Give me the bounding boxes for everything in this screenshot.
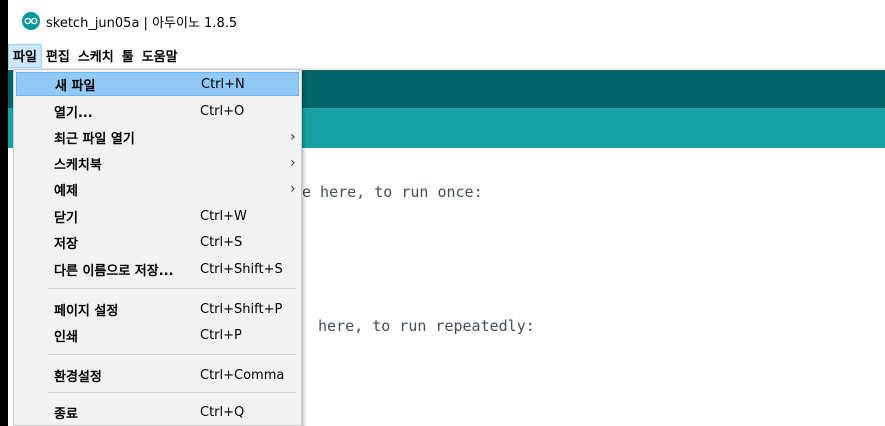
code-line-setup-comment: e here, to run once: bbox=[302, 183, 483, 201]
menu-bar: 파일 편집 스케치 툴 도움말 bbox=[8, 43, 885, 69]
menu-item-label: 다른 이름으로 저장... bbox=[54, 263, 174, 279]
menu-item-label: 예제 bbox=[54, 183, 78, 199]
menu-file[interactable]: 파일 bbox=[8, 43, 42, 68]
menu-item-label: 저장 bbox=[54, 236, 78, 252]
menu-item-shortcut: Ctrl+Shift+P bbox=[200, 301, 283, 317]
menu-item-preferences[interactable]: 환경설정 Ctrl+Comma bbox=[16, 363, 299, 387]
menu-item-open-recent[interactable]: 최근 파일 열기 › bbox=[16, 125, 299, 149]
menu-item-shortcut: Ctrl+Q bbox=[200, 404, 245, 420]
menu-help[interactable]: 도움말 bbox=[138, 44, 182, 68]
menu-item-page-setup[interactable]: 페이지 설정 Ctrl+Shift+P bbox=[16, 297, 299, 321]
menu-item-shortcut: Ctrl+P bbox=[200, 327, 242, 343]
menu-item-label: 환경설정 bbox=[54, 369, 102, 385]
menu-tools[interactable]: 툴 bbox=[118, 44, 138, 68]
menu-item-examples[interactable]: 예제 › bbox=[16, 177, 299, 201]
arduino-logo-icon bbox=[22, 12, 40, 30]
menu-item-sketchbook[interactable]: 스케치북 › bbox=[16, 151, 299, 175]
menu-separator bbox=[48, 288, 296, 289]
menu-item-label: 최근 파일 열기 bbox=[54, 131, 135, 147]
menu-item-label: 종료 bbox=[54, 406, 78, 422]
menu-item-label: 페이지 설정 bbox=[54, 303, 119, 319]
menu-separator bbox=[48, 392, 296, 393]
window-left-border bbox=[0, 0, 8, 426]
menu-sketch[interactable]: 스케치 bbox=[74, 44, 118, 68]
menu-item-quit[interactable]: 종료 Ctrl+Q bbox=[16, 400, 299, 424]
title-bar: sketch_jun05a | 아두이노 1.8.5 bbox=[8, 0, 885, 42]
menu-item-save-as[interactable]: 다른 이름으로 저장... Ctrl+Shift+S bbox=[16, 257, 299, 281]
chevron-right-icon: › bbox=[290, 129, 296, 145]
chevron-right-icon: › bbox=[290, 155, 296, 171]
menu-item-print[interactable]: 인쇄 Ctrl+P bbox=[16, 323, 299, 347]
menu-item-label: 닫기 bbox=[54, 210, 78, 226]
menu-item-label: 열기... bbox=[54, 105, 93, 121]
menu-item-close[interactable]: 닫기 Ctrl+W bbox=[16, 204, 299, 228]
menu-item-save[interactable]: 저장 Ctrl+S bbox=[16, 230, 299, 254]
menu-item-shortcut: Ctrl+Shift+S bbox=[200, 261, 283, 277]
menu-item-new[interactable]: 새 파일 Ctrl+N bbox=[16, 72, 299, 96]
menu-item-label: 스케치북 bbox=[54, 157, 102, 173]
menu-item-shortcut: Ctrl+O bbox=[200, 103, 245, 119]
menu-item-label: 새 파일 bbox=[55, 78, 96, 94]
window-title: sketch_jun05a | 아두이노 1.8.5 bbox=[46, 15, 238, 31]
menu-item-label: 인쇄 bbox=[54, 329, 78, 345]
menu-item-shortcut: Ctrl+Comma bbox=[200, 367, 285, 383]
menu-edit[interactable]: 편집 bbox=[42, 44, 74, 68]
menu-item-shortcut: Ctrl+W bbox=[200, 208, 247, 224]
menu-item-shortcut: Ctrl+S bbox=[200, 234, 243, 250]
code-line-loop-comment: here, to run repeatedly: bbox=[309, 317, 535, 335]
chevron-right-icon: › bbox=[290, 181, 296, 197]
file-dropdown-menu: 새 파일 Ctrl+N 열기... Ctrl+O 최근 파일 열기 › 스케치북… bbox=[13, 69, 302, 426]
menu-item-open[interactable]: 열기... Ctrl+O bbox=[16, 99, 299, 123]
menu-separator bbox=[48, 354, 296, 355]
menu-item-shortcut: Ctrl+N bbox=[201, 76, 245, 92]
